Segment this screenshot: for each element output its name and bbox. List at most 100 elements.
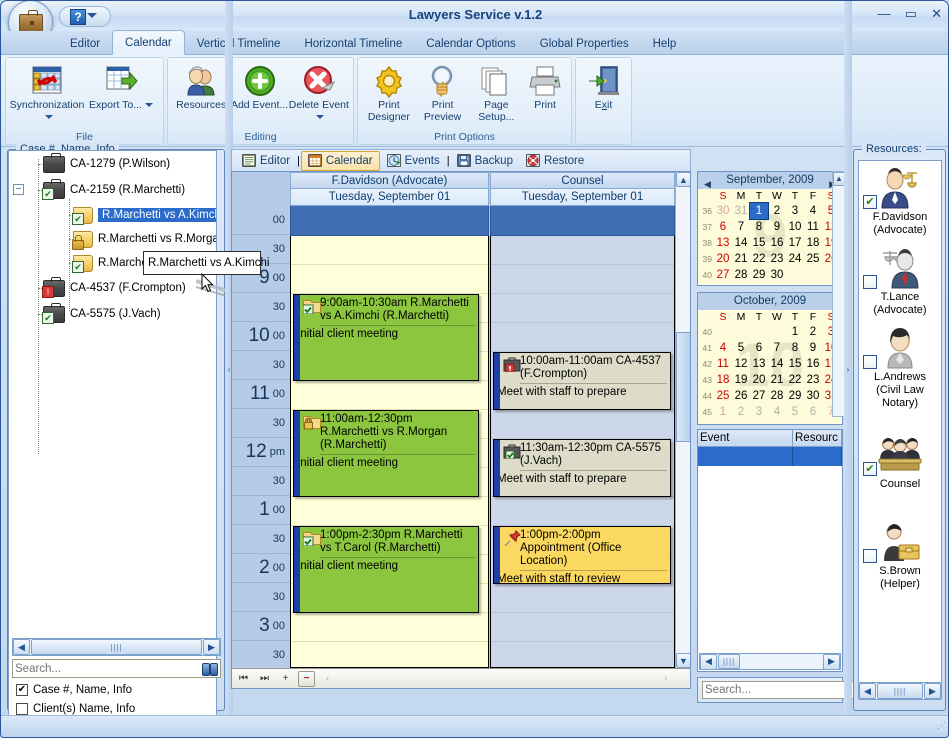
tree-item-ca-5575[interactable]: ✔ CA-5575 (J.Vach) xyxy=(9,301,216,327)
scroll-left-button[interactable]: ◀ xyxy=(700,654,717,670)
resource-checkbox[interactable] xyxy=(863,549,877,563)
chevron-down-icon[interactable] xyxy=(316,115,324,119)
day-cell[interactable]: 31 xyxy=(732,203,750,219)
tab-events[interactable]: Events xyxy=(381,151,446,171)
day-cell[interactable]: 13 xyxy=(750,356,768,372)
resources-hscrollbar[interactable]: ◀ |||| ▶ xyxy=(858,682,942,700)
filter-client-checkbox-row[interactable]: Client(s) Name, Info xyxy=(16,703,135,715)
day-cell[interactable]: 15 xyxy=(750,235,768,251)
calendar-event[interactable]: 1:00pm-2:30pm R.Marchetti vs T.Carol (R.… xyxy=(293,526,479,613)
right-splitter[interactable]: › xyxy=(844,1,852,737)
day-cell[interactable]: 4 xyxy=(714,340,732,356)
resource-checkbox[interactable]: ✔ xyxy=(863,195,877,209)
resource-checkbox[interactable] xyxy=(863,355,877,369)
close-button[interactable]: ✕ xyxy=(931,7,942,21)
case-search-input[interactable] xyxy=(15,663,202,675)
day-cell[interactable]: 22 xyxy=(786,372,804,388)
ribbon-tab-vertical-timeline[interactable]: Vertical Timeline xyxy=(185,32,293,56)
day-cell[interactable]: 9 xyxy=(768,219,786,235)
day-cell[interactable]: 10 xyxy=(786,219,804,235)
day-cell[interactable]: 25 xyxy=(714,388,732,404)
day-cell[interactable]: 16 xyxy=(768,235,786,251)
day-cell[interactable]: 23 xyxy=(768,251,786,267)
resources-button[interactable]: Resources xyxy=(172,62,230,112)
print-designer-button[interactable]: Print Designer xyxy=(362,62,416,123)
exit-button[interactable]: Exit xyxy=(580,62,627,112)
scroll-thumb[interactable]: |||| xyxy=(31,639,202,655)
day-cell[interactable]: 11 xyxy=(804,219,822,235)
scroll-thumb[interactable]: |||| xyxy=(877,683,923,699)
maximize-button[interactable]: ▭ xyxy=(905,7,917,21)
day-cell[interactable]: 1 xyxy=(714,404,732,420)
day-cell[interactable]: 11 xyxy=(714,356,732,372)
day-cell[interactable]: 29 xyxy=(786,388,804,404)
scroll-thumb[interactable] xyxy=(676,332,691,442)
day-cell[interactable]: 18 xyxy=(714,372,732,388)
calendar-event[interactable]: 11:00am-12:30pmR.Marchetti vs R.Morgan (… xyxy=(293,410,479,497)
tree-expander[interactable]: − xyxy=(13,184,24,195)
day-cell[interactable]: 21 xyxy=(768,372,786,388)
day-cell[interactable]: 18 xyxy=(804,235,822,251)
resource-item-counsel[interactable]: ✔ Counsel xyxy=(859,428,941,495)
scroll-thumb[interactable]: |||| xyxy=(718,654,740,669)
event-grid[interactable]: Event Resourc ◀ |||| ▶ xyxy=(697,429,843,672)
column-header-event[interactable]: Event xyxy=(698,430,793,447)
day-cell[interactable]: 5 xyxy=(732,340,750,356)
day-cell[interactable]: 30 xyxy=(768,267,786,283)
resource-item-brown[interactable]: S.Brown (Helper) xyxy=(859,515,941,595)
day-cell[interactable]: 28 xyxy=(768,388,786,404)
tree-item-ca-2159[interactable]: − ✔ CA-2159 (R.Marchetti) xyxy=(9,177,216,203)
day-cell[interactable]: 17 xyxy=(786,235,804,251)
binoculars-icon[interactable] xyxy=(202,662,218,675)
nav-remove-button[interactable]: − xyxy=(298,671,315,687)
day-cell[interactable]: 3 xyxy=(750,404,768,420)
day-cell[interactable]: 2 xyxy=(732,404,750,420)
event-grid-hscrollbar[interactable]: ◀ |||| ▶ xyxy=(699,653,841,670)
day-cell[interactable]: 20 xyxy=(750,372,768,388)
case-tree-hscrollbar[interactable]: ◀ |||| ▶ xyxy=(12,638,221,656)
event-search-box[interactable] xyxy=(697,677,843,703)
day-cell[interactable]: 27 xyxy=(714,267,732,283)
ribbon-tab-global-properties[interactable]: Global Properties xyxy=(528,32,641,56)
day-cell[interactable]: 25 xyxy=(804,251,822,267)
day-cell[interactable]: 2 xyxy=(804,324,822,340)
day-cell[interactable]: 28 xyxy=(732,267,750,283)
print-button[interactable]: Print xyxy=(523,62,567,112)
day-cell[interactable]: 21 xyxy=(732,251,750,267)
ribbon-tab-horizontal-timeline[interactable]: Horizontal Timeline xyxy=(292,32,414,56)
filter-case-checkbox[interactable]: ✔ xyxy=(16,684,28,696)
resources-list[interactable]: ✔ F.Davidson (Advocate) T.Lance (Advocat… xyxy=(858,160,942,686)
day-cell[interactable]: 24 xyxy=(786,251,804,267)
scroll-right-button[interactable]: ▶ xyxy=(203,639,220,655)
nav-first-button[interactable]: ⏮ xyxy=(235,671,252,687)
day-cell[interactable]: 8 xyxy=(750,219,768,235)
filter-client-checkbox[interactable] xyxy=(16,703,28,715)
resize-grip-icon[interactable]: ⋰ xyxy=(932,720,946,734)
day-cell[interactable]: 14 xyxy=(732,235,750,251)
resource-checkbox[interactable] xyxy=(863,275,877,289)
resource-item-davidson[interactable]: ✔ F.Davidson (Advocate) xyxy=(859,161,941,241)
tab-editor[interactable]: Editor xyxy=(236,151,296,171)
day-cell[interactable]: 16 xyxy=(804,356,822,372)
day-cell[interactable]: 7 xyxy=(732,219,750,235)
page-setup-button[interactable]: Page Setup... xyxy=(469,62,523,123)
day-cell[interactable]: 26 xyxy=(732,388,750,404)
event-grid-selected-row[interactable] xyxy=(698,447,842,466)
day-cell[interactable]: 6 xyxy=(714,219,732,235)
calendar-column-counsel[interactable]: 10:00am-11:00am CA-4537 (F.Crompton) Mee… xyxy=(490,236,675,668)
calendar-event[interactable]: 10:00am-11:00am CA-4537 (F.Crompton) Mee… xyxy=(493,352,671,410)
day-cell[interactable]: 1 xyxy=(786,324,804,340)
day-cell[interactable]: 5 xyxy=(786,404,804,420)
calendar-event[interactable]: 9:00am-10:30am R.Marchetti vs A.Kimchi (… xyxy=(293,294,479,381)
nav-next-button[interactable]: › xyxy=(657,671,674,687)
nav-prev-button[interactable]: ‹ xyxy=(319,671,336,687)
resource-checkbox[interactable]: ✔ xyxy=(863,462,877,476)
day-cell[interactable]: 13 xyxy=(714,235,732,251)
day-cell[interactable]: 8 xyxy=(786,340,804,356)
chevron-down-icon[interactable] xyxy=(145,103,153,107)
day-cell[interactable]: 7 xyxy=(768,340,786,356)
day-cell[interactable]: 12 xyxy=(732,356,750,372)
tree-item-marchetti-morgan[interactable]: R.Marchetti vs R.Morgan xyxy=(9,227,216,251)
day-cell[interactable]: 19 xyxy=(732,372,750,388)
nav-add-button[interactable]: + xyxy=(277,671,294,687)
